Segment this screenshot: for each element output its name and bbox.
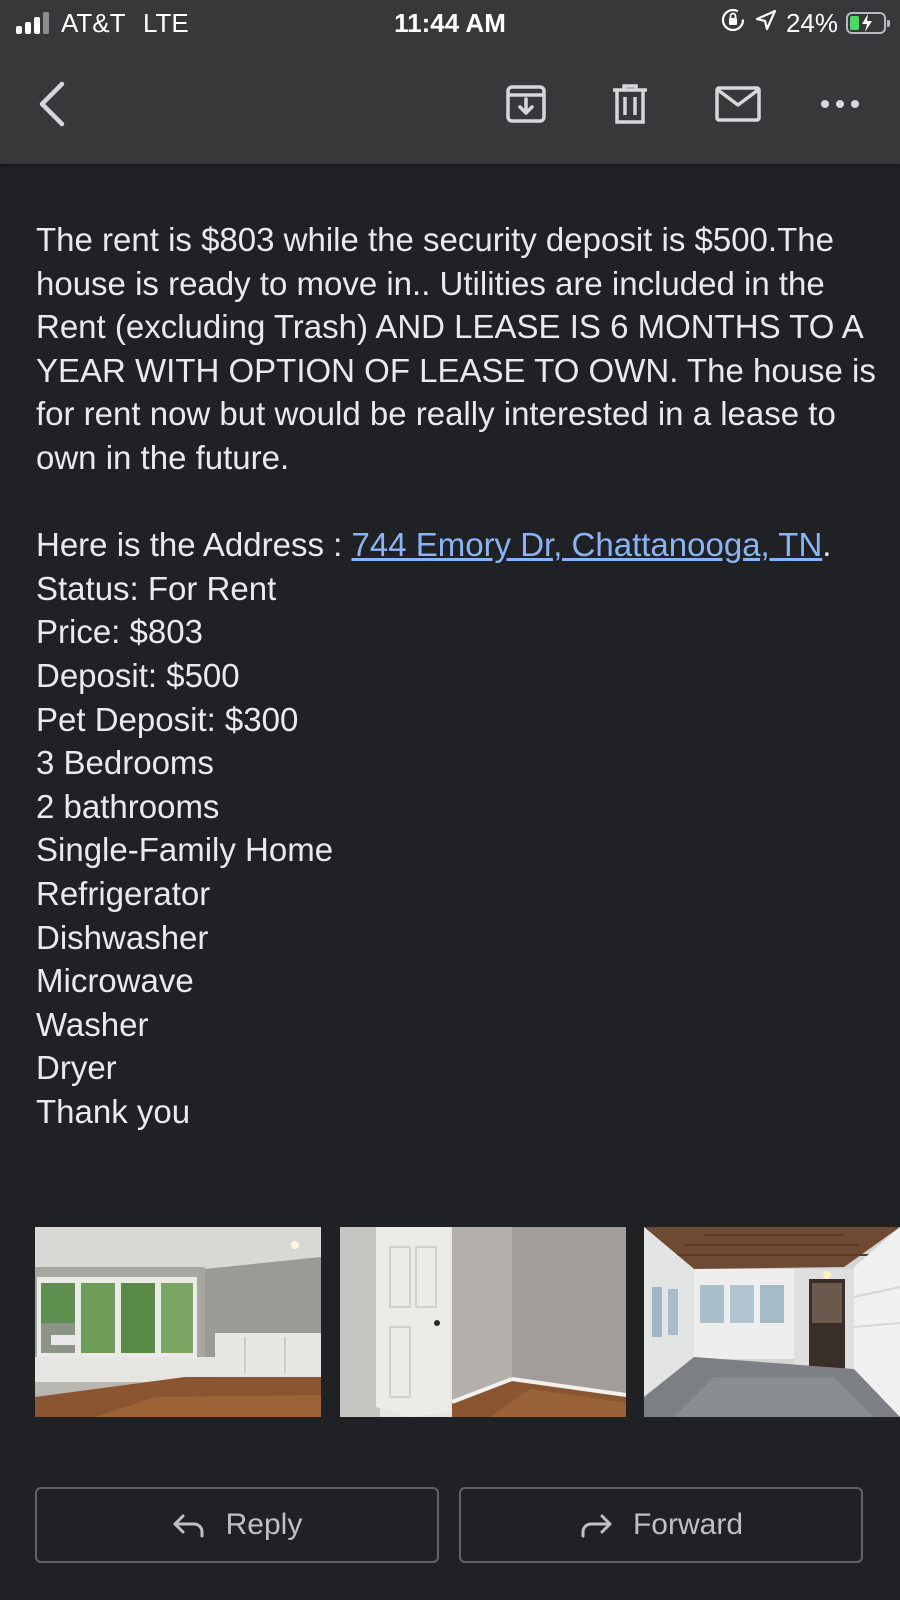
detail-deposit: Deposit: $500 [36, 656, 240, 694]
battery-icon [846, 12, 890, 34]
archive-button[interactable] [500, 78, 552, 130]
address-link[interactable]: 744 Emory Dr, Chattanooga, TN [351, 526, 822, 563]
address-line: Here is the Address : 744 Emory Dr, Chat… [36, 523, 876, 567]
email-body: The rent is $803 while the security depo… [36, 218, 876, 1133]
mail-icon [715, 86, 761, 122]
detail-dryer: Dryer [36, 1049, 117, 1087]
detail-refrigerator: Refrigerator [36, 874, 211, 912]
back-button[interactable] [26, 78, 78, 130]
attachment-image-3[interactable] [644, 1227, 900, 1417]
delete-button[interactable] [604, 78, 656, 130]
address-prefix: Here is the Address : [36, 526, 352, 564]
forward-arrow-icon [581, 1514, 612, 1538]
detail-microwave: Microwave [36, 962, 194, 1000]
detail-home-type: Single-Family Home [36, 831, 334, 869]
forward-label: Forward [632, 1508, 744, 1541]
detail-price: Price: $803 [36, 613, 203, 651]
detail-washer: Washer [36, 1005, 149, 1043]
attachment-image-2[interactable] [340, 1227, 626, 1417]
detail-bathrooms: 2 bathrooms [36, 787, 220, 825]
battery-percent: 24% [785, 7, 838, 38]
forward-button[interactable]: Forward [459, 1487, 863, 1563]
reply-arrow-icon [173, 1514, 204, 1538]
more-options-button[interactable] [812, 78, 868, 130]
reply-button[interactable]: Reply [35, 1487, 439, 1563]
rotation-lock-icon [720, 7, 746, 40]
address-suffix: . [822, 526, 832, 564]
system-icons: 24% [720, 7, 890, 40]
detail-pet-deposit: Pet Deposit: $300 [36, 700, 299, 738]
rent-paragraph: The rent is $803 while the security depo… [36, 221, 876, 476]
archive-icon [506, 85, 546, 123]
chevron-left-icon [39, 81, 65, 127]
trash-icon [613, 84, 647, 124]
location-arrow-icon [754, 8, 778, 39]
sign-off: Thank you [36, 1092, 191, 1130]
mark-unread-button[interactable] [708, 78, 768, 130]
attachment-image-1[interactable] [35, 1227, 321, 1417]
status-bar: AT&T LTE 11:44 AM 24% [0, 0, 900, 46]
detail-bedrooms: 3 Bedrooms [36, 744, 214, 782]
top-bar: AT&T LTE 11:44 AM 24% [0, 0, 900, 164]
detail-status: Status: For Rent [36, 569, 277, 607]
more-horizontal-icon [821, 100, 859, 108]
email-view: AT&T LTE 11:44 AM 24% The rent is $803 w… [0, 0, 900, 1600]
reply-label: Reply [225, 1508, 303, 1541]
detail-dishwasher: Dishwasher [36, 918, 209, 956]
